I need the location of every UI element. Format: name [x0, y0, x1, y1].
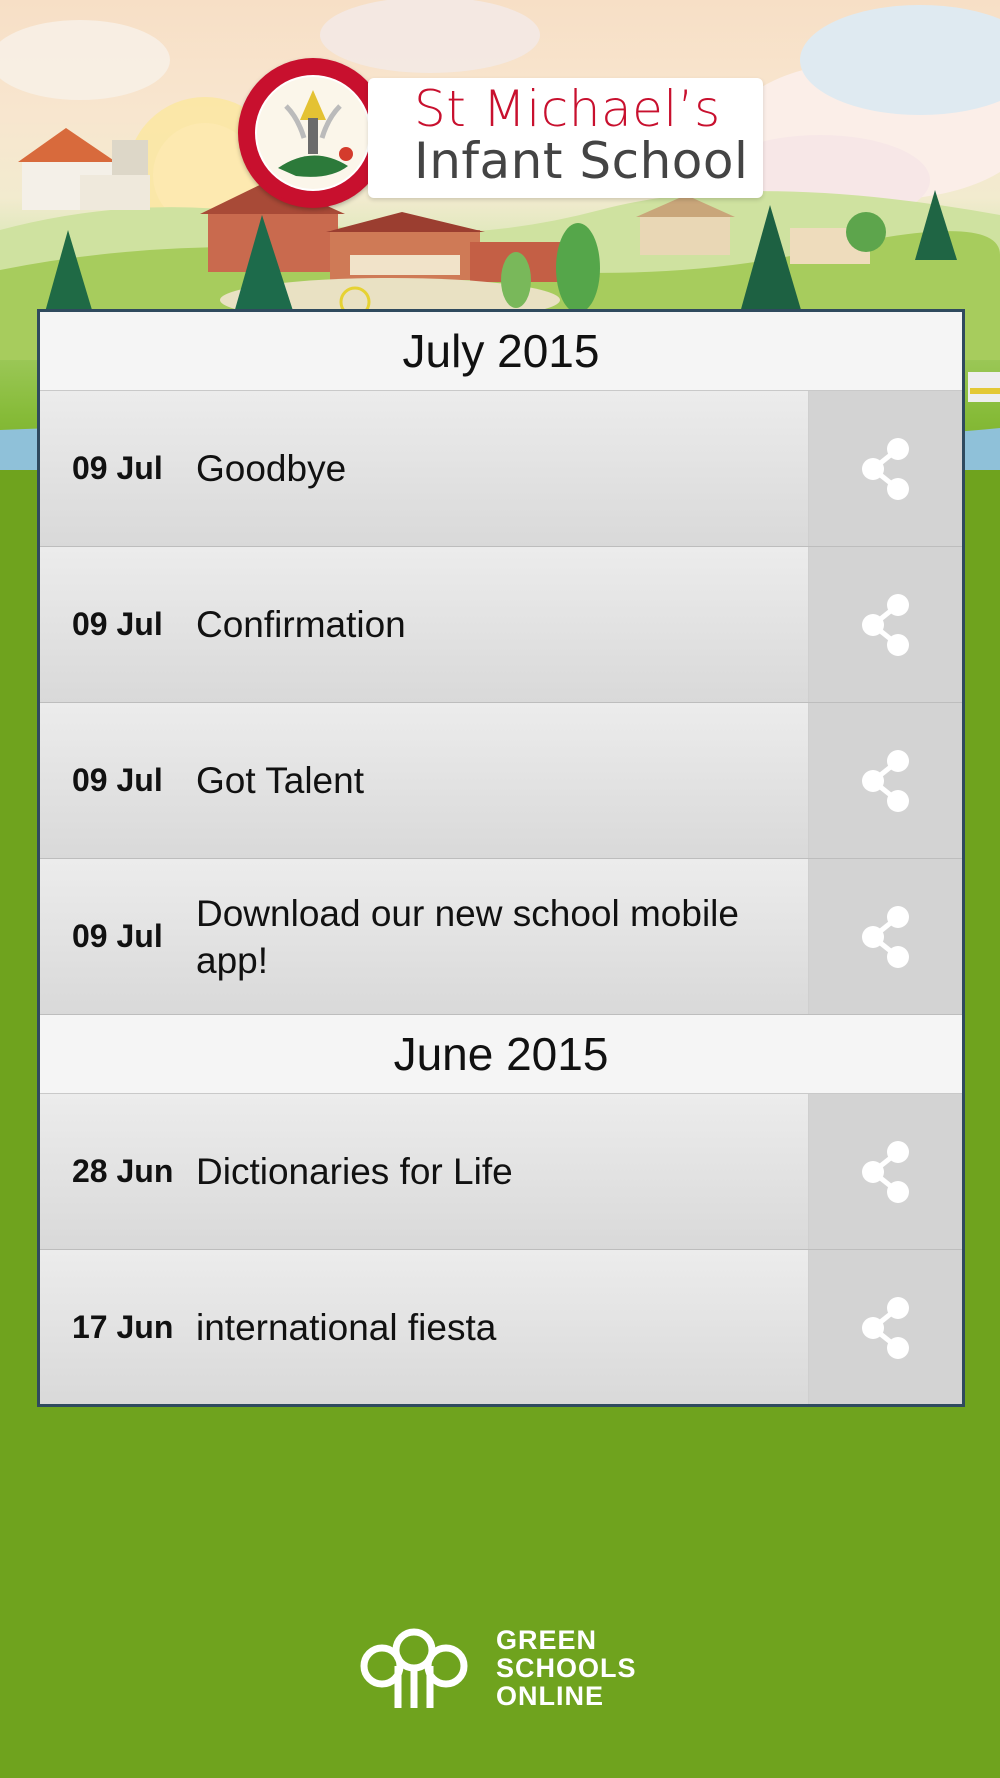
list-item-content[interactable]: 09 Jul Confirmation — [40, 547, 808, 702]
item-title: Download our new school mobile app! — [196, 892, 739, 981]
green-schools-logo-icon — [360, 1628, 468, 1708]
month-header-july: July 2015 — [40, 312, 962, 391]
share-button[interactable] — [808, 391, 962, 546]
share-icon — [861, 905, 909, 968]
brand-line1: GREEN — [496, 1625, 598, 1655]
school-crest-logo — [238, 58, 388, 208]
list-item-content[interactable]: 17 Jun international fiesta — [40, 1250, 808, 1404]
share-button[interactable] — [808, 703, 962, 858]
item-title: Dictionaries for Life — [196, 1151, 513, 1192]
list-item[interactable]: 09 Jul Confirmation — [40, 547, 962, 703]
item-title: Got Talent — [196, 760, 364, 801]
item-title: Goodbye — [196, 448, 347, 489]
school-name-line1: St Michael’s — [414, 80, 721, 138]
item-title: Confirmation — [196, 604, 406, 645]
list-item-content[interactable]: 09 Jul Goodbye — [40, 391, 808, 546]
news-list-panel[interactable]: July 2015 09 Jul Goodbye 09 Jul Confirma… — [37, 309, 965, 1407]
share-icon — [861, 749, 909, 812]
item-date: 09 Jul — [72, 606, 163, 642]
list-item[interactable]: 17 Jun international fiesta — [40, 1250, 962, 1404]
item-date: 09 Jul — [72, 450, 163, 486]
share-button[interactable] — [808, 1094, 962, 1249]
list-item[interactable]: 09 Jul Got Talent — [40, 703, 962, 859]
list-item-content[interactable]: 28 Jun Dictionaries for Life — [40, 1094, 808, 1249]
share-button[interactable] — [808, 859, 962, 1014]
item-date: 17 Jun — [72, 1309, 174, 1345]
brand-line3: ONLINE — [496, 1681, 605, 1711]
list-item[interactable]: 09 Jul Goodbye — [40, 391, 962, 547]
brand-line2: SCHOOLS — [496, 1653, 637, 1683]
item-date: 09 Jul — [72, 918, 163, 954]
share-button[interactable] — [808, 1250, 962, 1404]
share-icon — [861, 593, 909, 656]
list-item[interactable]: 28 Jun Dictionaries for Life — [40, 1094, 962, 1250]
share-icon — [861, 437, 909, 500]
item-date: 09 Jul — [72, 762, 163, 798]
month-header-june: June 2015 — [40, 1015, 962, 1094]
share-icon — [861, 1140, 909, 1203]
green-schools-online-logo: GREEN SCHOOLS ONLINE — [358, 1622, 637, 1714]
list-item-content[interactable]: 09 Jul Download our new school mobile ap… — [40, 859, 808, 1014]
school-name-line2: Infant School — [414, 132, 749, 190]
item-title: international fiesta — [196, 1307, 497, 1348]
list-item-content[interactable]: 09 Jul Got Talent — [40, 703, 808, 858]
list-item[interactable]: 09 Jul Download our new school mobile ap… — [40, 859, 962, 1015]
share-icon — [861, 1296, 909, 1359]
share-button[interactable] — [808, 547, 962, 702]
item-date: 28 Jun — [72, 1153, 174, 1189]
